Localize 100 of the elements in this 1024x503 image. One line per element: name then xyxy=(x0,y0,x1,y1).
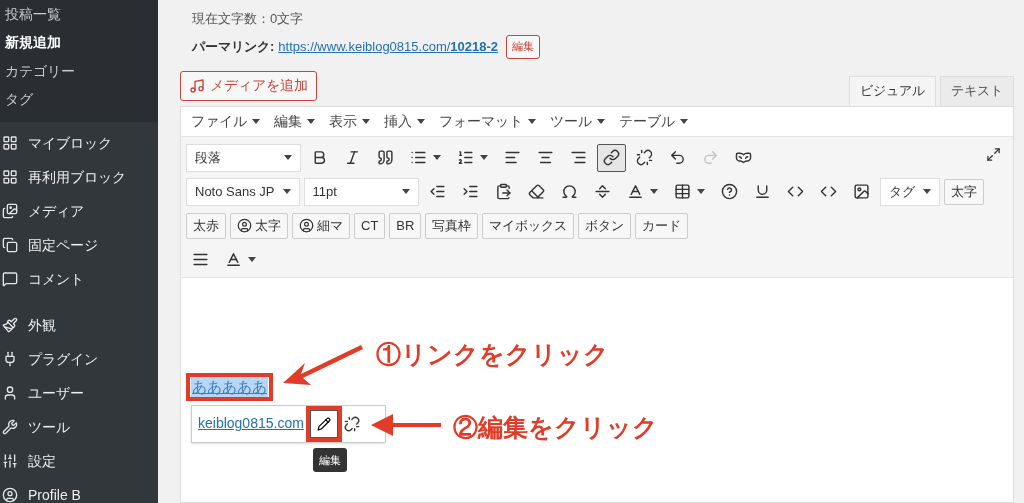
caret-icon xyxy=(480,155,488,160)
menu-button[interactable]: ファイル xyxy=(191,110,260,132)
caret-icon xyxy=(307,118,315,124)
unlink-icon xyxy=(636,149,653,166)
annotation-text: ②編集をクリック xyxy=(453,411,658,443)
permalink-label: パーマリンク: xyxy=(192,37,275,56)
caret-icon xyxy=(248,257,256,262)
outdent-icon xyxy=(428,183,446,200)
menu-item[interactable]: プラグイン xyxy=(0,342,158,376)
submenu-item[interactable]: タグ xyxy=(0,85,158,114)
menu-item[interactable]: マイブロック xyxy=(0,126,158,160)
editor-tab[interactable]: テキスト xyxy=(940,75,1014,106)
menu-item[interactable]: ツール xyxy=(0,410,158,444)
text-button[interactable]: BR xyxy=(389,212,422,239)
pages-icon xyxy=(2,237,18,253)
undo-icon xyxy=(669,149,686,166)
align-center-icon xyxy=(537,149,554,166)
link-url[interactable]: keiblog0815.com xyxy=(198,413,304,434)
text-button[interactable]: 写真枠 xyxy=(425,212,479,239)
caret-icon xyxy=(649,189,658,194)
redo-icon xyxy=(702,149,719,166)
user-circle-icon xyxy=(2,487,18,503)
caret-icon xyxy=(417,118,425,124)
numbered-list-icon xyxy=(457,149,474,166)
menu-item[interactable]: Profile B xyxy=(0,478,158,503)
underline-icon xyxy=(753,183,771,200)
wrench-icon xyxy=(2,419,18,435)
caret-icon xyxy=(696,189,705,194)
paintbrush-icon xyxy=(2,317,18,333)
user-circle-icon xyxy=(299,218,314,233)
editor-tab[interactable]: ビジュアル xyxy=(849,75,936,106)
lines-icon xyxy=(192,251,209,268)
fullscreen-icon[interactable] xyxy=(986,146,1001,162)
text-button[interactable]: 太字 xyxy=(943,178,984,205)
format-select[interactable]: タグ xyxy=(879,177,940,206)
submenu-item[interactable]: 新規追加 xyxy=(0,28,158,57)
format-select[interactable]: 段落 xyxy=(186,143,301,172)
submenu-item[interactable]: 投稿一覧 xyxy=(0,0,158,29)
text-button[interactable]: 細マ xyxy=(292,212,350,239)
menu-item[interactable]: 外観 xyxy=(0,308,158,342)
menu-item[interactable]: 再利用ブロック xyxy=(0,160,158,194)
link-icon xyxy=(603,149,620,166)
character-count: 現在文字数：0文字 xyxy=(191,10,305,28)
add-media-button[interactable]: メディアを追加 xyxy=(180,70,317,101)
permalink-link[interactable]: https://www.keiblog0815.com/10218-2 xyxy=(278,36,499,57)
caret-icon xyxy=(362,118,370,124)
image-icon xyxy=(852,183,870,200)
caret-icon xyxy=(282,189,291,194)
edit-button[interactable]: 編集 xyxy=(506,34,541,59)
format-select[interactable]: Noto Sans JP xyxy=(186,177,300,206)
caret-icon xyxy=(922,189,931,194)
caret-icon xyxy=(597,118,605,124)
menu-item[interactable]: ユーザー xyxy=(0,376,158,410)
caret-icon xyxy=(528,118,536,124)
caret-icon xyxy=(433,155,441,160)
menu-item[interactable]: 固定ページ xyxy=(0,228,158,262)
text-button[interactable]: ボタン xyxy=(578,212,632,239)
text-button[interactable]: CT xyxy=(354,212,386,239)
text-button[interactable]: マイボックス xyxy=(482,212,575,239)
annotation-text: ①リンクをクリック xyxy=(376,338,609,370)
italic-icon xyxy=(344,149,361,166)
menu-item[interactable]: コメント xyxy=(0,262,158,296)
caret-icon xyxy=(284,155,292,160)
bullet-list-icon xyxy=(410,149,427,166)
align-left-icon xyxy=(504,149,521,166)
menu-button[interactable]: 表示 xyxy=(329,110,370,132)
clipboard-icon xyxy=(494,183,512,200)
speech-bubble-icon xyxy=(2,271,18,287)
menu-button[interactable]: ツール xyxy=(550,110,605,132)
toolbar-button[interactable] xyxy=(597,143,626,172)
grid-icon xyxy=(2,135,18,151)
text-button[interactable]: カード xyxy=(635,212,689,239)
grid-icon xyxy=(2,169,18,185)
caret-icon xyxy=(680,118,688,124)
format-select[interactable]: 11pt xyxy=(303,177,419,206)
caret-icon xyxy=(252,118,260,124)
text-button[interactable]: 太字 xyxy=(230,212,288,239)
menu-item[interactable]: メディア xyxy=(0,194,158,228)
background-color-icon xyxy=(225,251,242,268)
menu-button[interactable]: 挿入 xyxy=(384,110,425,132)
text-button[interactable]: 太赤 xyxy=(186,212,226,239)
user-icon xyxy=(2,385,18,401)
sliders-icon xyxy=(2,453,18,469)
indent-icon xyxy=(461,183,479,200)
menu-button[interactable]: フォーマット xyxy=(439,110,536,132)
eraser-icon xyxy=(527,183,545,200)
menu-button[interactable]: テーブル xyxy=(619,110,688,132)
submenu-item[interactable]: カテゴリー xyxy=(0,57,158,86)
tooltip: 編集 xyxy=(313,447,347,472)
pencil-icon xyxy=(316,416,331,431)
table-icon xyxy=(673,183,691,200)
menu-button[interactable]: 編集 xyxy=(274,110,315,132)
menu-item[interactable]: 設定 xyxy=(0,444,158,478)
omega-icon xyxy=(560,183,578,200)
user-circle-icon xyxy=(237,218,252,233)
arrow xyxy=(371,411,441,438)
text-color-icon xyxy=(626,183,644,200)
horizontal-rule-icon xyxy=(593,183,611,200)
quote-icon xyxy=(377,149,394,166)
unlink-icon[interactable] xyxy=(343,415,360,432)
